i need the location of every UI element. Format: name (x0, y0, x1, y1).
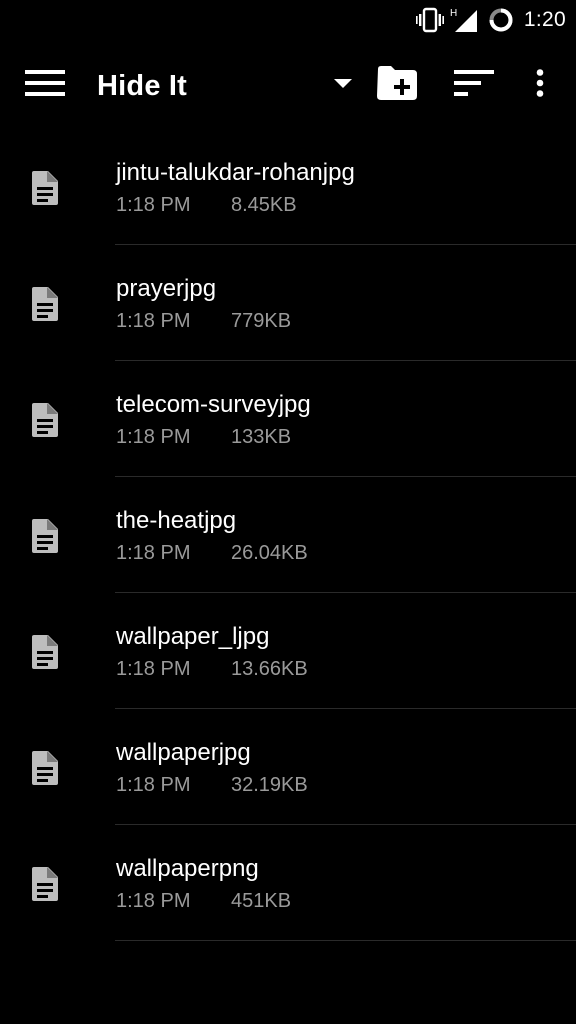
file-list-item[interactable]: wallpaperjpg 1:18 PM 32.19KB (0, 709, 576, 825)
file-time: 1:18 PM (116, 890, 191, 912)
file-name: the-heatjpg (116, 507, 237, 534)
file-time: 1:18 PM (116, 542, 191, 564)
file-icon (30, 518, 60, 554)
file-size: 779KB (231, 310, 292, 332)
screen: H 1:20 Hide It jintu-talukdar-rohanjpg 1… (0, 0, 576, 1024)
file-size: 32.19KB (231, 774, 308, 796)
battery-icon (488, 7, 514, 33)
file-list-item[interactable]: wallpaperpng 1:18 PM 451KB (0, 825, 576, 941)
more-options-button[interactable] (520, 60, 560, 110)
file-name: wallpaperjpg (116, 739, 251, 766)
file-name: prayerjpg (116, 275, 217, 302)
file-name: jintu-talukdar-rohanjpg (116, 159, 355, 186)
vibrate-icon (415, 7, 444, 33)
file-icon (30, 170, 60, 206)
file-list-item[interactable]: prayerjpg 1:18 PM 779KB (0, 245, 576, 361)
file-icon (30, 402, 60, 438)
file-list-item[interactable]: telecom-surveyjpg 1:18 PM 133KB (0, 361, 576, 477)
status-bar: H 1:20 (0, 0, 576, 40)
file-time: 1:18 PM (116, 194, 191, 216)
file-size: 133KB (231, 426, 292, 448)
signal-icon: H (450, 7, 480, 33)
list-divider (115, 940, 576, 941)
file-name: wallpaperpng (116, 855, 259, 882)
file-list-item[interactable]: wallpaper_ljpg 1:18 PM 13.66KB (0, 593, 576, 709)
menu-icon (25, 69, 65, 102)
file-size: 13.66KB (231, 658, 308, 680)
network-type-label: H (450, 8, 457, 19)
file-icon (30, 866, 60, 902)
app-title: Hide It (97, 70, 188, 102)
file-list: jintu-talukdar-rohanjpg 1:18 PM 8.45KB p… (0, 129, 576, 941)
file-list-item[interactable]: jintu-talukdar-rohanjpg 1:18 PM 8.45KB (0, 129, 576, 245)
file-size: 8.45KB (231, 194, 297, 216)
file-time: 1:18 PM (116, 658, 191, 680)
app-toolbar: Hide It (0, 40, 576, 132)
file-size: 451KB (231, 890, 292, 912)
file-icon (30, 286, 60, 322)
more-vert-icon (536, 68, 544, 102)
file-icon (30, 750, 60, 786)
file-size: 26.04KB (231, 542, 308, 564)
file-name: wallpaper_ljpg (116, 623, 270, 650)
status-time: 1:20 (523, 8, 566, 31)
sort-button[interactable] (446, 60, 502, 110)
sort-icon (454, 69, 494, 101)
file-time: 1:18 PM (116, 774, 191, 796)
dropdown-arrow-icon (334, 76, 352, 94)
menu-button[interactable] (18, 62, 72, 108)
file-icon (30, 634, 60, 670)
file-list-item[interactable]: the-heatjpg 1:18 PM 26.04KB (0, 477, 576, 593)
new-folder-icon (375, 65, 419, 106)
new-folder-button[interactable] (368, 60, 426, 110)
file-time: 1:18 PM (116, 310, 191, 332)
dropdown-button[interactable] (326, 64, 360, 106)
file-name: telecom-surveyjpg (116, 391, 311, 418)
status-icons: H 1:20 (415, 6, 566, 34)
file-time: 1:18 PM (116, 426, 191, 448)
